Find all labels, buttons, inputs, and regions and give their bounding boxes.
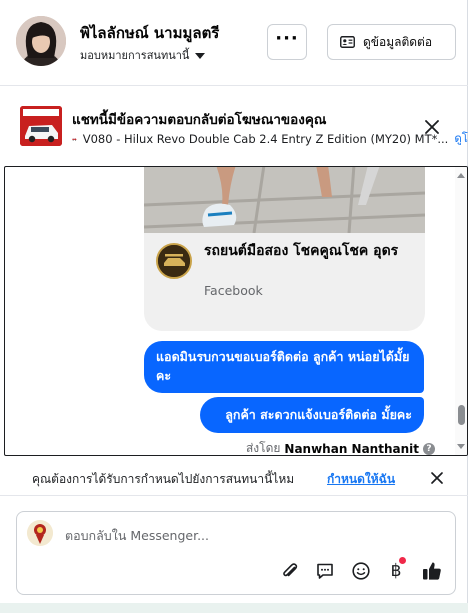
emoji-icon — [352, 562, 370, 580]
ad-thumbnail[interactable] — [20, 106, 62, 146]
car-icon — [72, 138, 77, 141]
message-bubble[interactable]: ลูกค้า สะดวกแจ้งเบอร์ติดต่อ มั้ยคะ — [200, 397, 424, 433]
message-thread[interactable]: รถยนต์มือสอง โชคคูณโชค อุดร Facebook แอด… — [4, 166, 468, 456]
ad-banner-title: แชทนี้มีข้อความตอบกลับต่อโฆษณาของคุณ — [72, 112, 327, 128]
emoji-button[interactable] — [350, 560, 372, 582]
close-icon[interactable] — [423, 118, 441, 136]
assign-label: มอบหมายการสนทนานี้ — [80, 49, 190, 62]
attach-button[interactable] — [279, 560, 301, 582]
view-contact-label: ดูข้อมูลติดต่อ — [363, 34, 433, 49]
contact-name[interactable]: พิไลลักษณ์ นามมูลตรี — [80, 21, 219, 45]
ad-reply-banner: แชทนี้มีข้อความตอบกลับต่อโฆษณาของคุณ V08… — [0, 98, 468, 158]
like-icon — [423, 562, 441, 580]
conversation-header: พิไลลักษณ์ นามมูลตรี มอบหมายการสนทนานี้ … — [0, 0, 468, 86]
page-avatar — [27, 520, 53, 546]
view-contact-button[interactable]: ดูข้อมูลติดต่อ — [327, 24, 456, 60]
thread-scrollbar[interactable] — [455, 167, 467, 455]
view-ad-link[interactable]: ดูโ — [454, 130, 468, 148]
page-logo — [156, 243, 192, 279]
sender-name: Nanwhan Nanthanit — [284, 441, 419, 456]
assign-to-me-link[interactable]: กำหนดให้ฉัน — [327, 470, 395, 489]
assign-prompt-text: คุณต้องการได้รับการกำหนดไปยังการสนทนานี้… — [32, 472, 295, 486]
sent-by-prefix: ส่งโดย — [245, 441, 281, 455]
saved-reply-button[interactable] — [314, 560, 336, 582]
close-icon[interactable] — [430, 471, 444, 485]
like-button[interactable] — [421, 560, 443, 582]
more-options-button[interactable]: ··· — [267, 24, 307, 60]
shared-page-name[interactable]: รถยนต์มือสอง โชคคูณโชค อุดร — [204, 241, 404, 261]
contact-card-icon — [340, 36, 355, 48]
assign-conversation-dropdown[interactable]: มอบหมายการสนทนานี้ — [80, 46, 206, 64]
scroll-down-arrow[interactable] — [457, 444, 465, 449]
saved-reply-icon — [317, 563, 333, 579]
message-composer: ตอบกลับใน Messenger... ฿ — [16, 511, 456, 595]
message-bubble[interactable]: แอดมินรบกวนขอเบอร์ติดต่อ ลูกค้า หน่อยได้… — [144, 341, 424, 393]
sent-by-label: ส่งโดย Nanwhan Nanthanit ? — [245, 439, 435, 456]
assign-prompt: คุณต้องการได้รับการกำหนดไปยังการสนทนานี้… — [0, 460, 468, 496]
notification-dot — [399, 557, 406, 564]
bottom-strip — [0, 603, 468, 613]
messenger-conversation-panel: พิไลลักษณ์ นามมูลตรี มอบหมายการสนทนานี้ … — [0, 0, 468, 613]
shared-post-image — [144, 167, 425, 233]
shared-post-source: Facebook — [204, 283, 263, 298]
scroll-up-arrow[interactable] — [457, 173, 465, 178]
ad-name: V080 - Hilux Revo Double Cab 2.4 Entry Z… — [82, 132, 449, 146]
scrollbar-thumb[interactable] — [458, 405, 465, 425]
attach-icon — [283, 563, 298, 577]
more-icon: ··· — [275, 28, 299, 49]
shared-post-card[interactable]: รถยนต์มือสอง โชคคูณโชค อุดร Facebook — [144, 167, 425, 331]
payment-button[interactable]: ฿ — [385, 557, 407, 582]
help-icon[interactable]: ? — [423, 442, 435, 455]
ad-banner-subtitle: V080 - Hilux Revo Double Cab 2.4 Entry Z… — [72, 130, 468, 148]
contact-avatar[interactable] — [16, 16, 66, 66]
chevron-down-icon — [195, 53, 206, 59]
reply-input[interactable]: ตอบกลับใน Messenger... — [65, 526, 209, 546]
baht-icon: ฿ — [390, 561, 402, 581]
